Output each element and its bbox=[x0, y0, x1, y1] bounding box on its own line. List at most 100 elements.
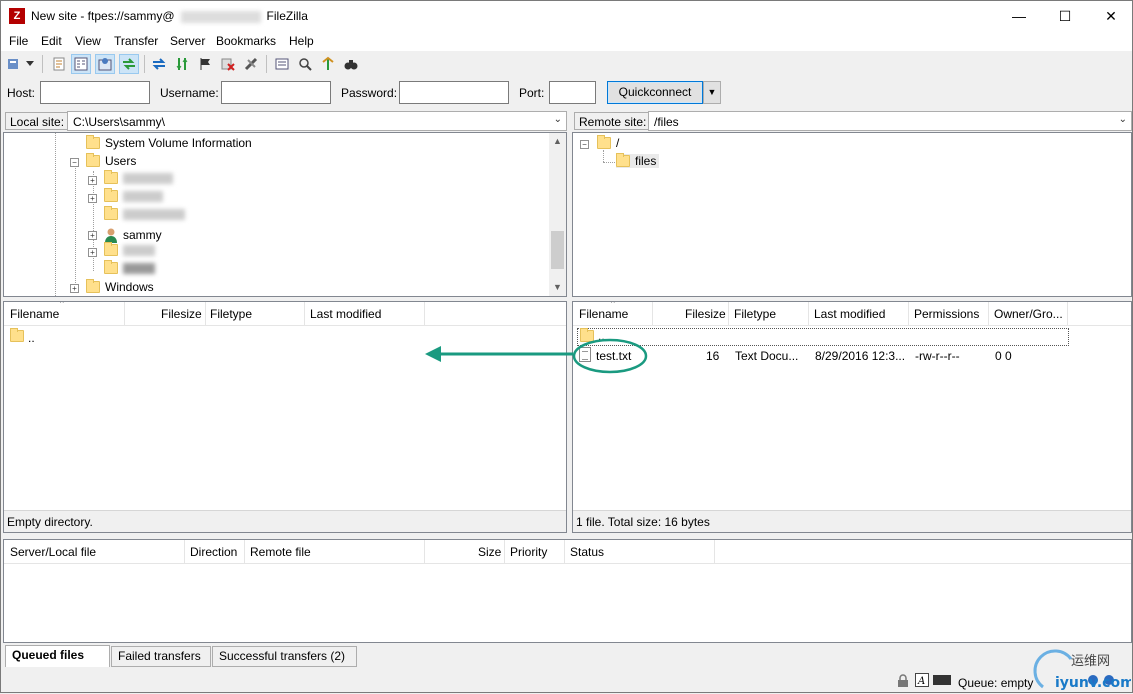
speed-limit-icon[interactable] bbox=[933, 675, 951, 685]
col-filename[interactable]: Filename bbox=[10, 307, 59, 321]
transfer-queue-icon[interactable] bbox=[119, 54, 139, 74]
text-file-icon bbox=[579, 347, 591, 362]
tab-queued-files[interactable]: Queued files bbox=[5, 645, 110, 667]
remote-directory-tree[interactable]: − / files bbox=[572, 132, 1132, 297]
tree-item-system-volume[interactable]: System Volume Information bbox=[86, 135, 252, 150]
site-manager-icon[interactable] bbox=[4, 54, 24, 74]
status-bar: A Queue: empty bbox=[1, 670, 1132, 692]
menu-file[interactable]: File bbox=[9, 34, 28, 48]
chevron-down-icon[interactable]: ⌄ bbox=[1119, 114, 1127, 125]
queue-tabs: Queued files Failed transfers Successful… bbox=[1, 645, 1132, 669]
menu-transfer[interactable]: Transfer bbox=[114, 34, 158, 48]
cancel-operation-icon[interactable] bbox=[218, 54, 238, 74]
refresh-icon[interactable] bbox=[149, 54, 169, 74]
expand-icon[interactable]: + bbox=[70, 284, 79, 293]
remote-path-combobox[interactable]: /files ⌄ bbox=[648, 111, 1132, 131]
host-input[interactable] bbox=[40, 81, 150, 104]
tab-failed-transfers[interactable]: Failed transfers bbox=[111, 646, 211, 667]
scrollbar-thumb[interactable] bbox=[551, 231, 564, 269]
chevron-down-icon[interactable]: ⌄ bbox=[554, 114, 562, 125]
col-filetype[interactable]: Filetype bbox=[210, 307, 252, 321]
row-owner: 0 0 bbox=[995, 349, 1012, 363]
col-filesize[interactable]: Filesize bbox=[685, 307, 726, 321]
table-row[interactable]: test.txt 16 Text Docu... 8/29/2016 12:3.… bbox=[577, 347, 1069, 365]
find-files-icon[interactable] bbox=[341, 54, 361, 74]
local-file-list[interactable]: Filename ^ Filesize Filetype Last modifi… bbox=[3, 301, 567, 533]
directory-listing-icon[interactable] bbox=[272, 54, 292, 74]
col-last-modified[interactable]: Last modified bbox=[814, 307, 885, 321]
col-server-local-file[interactable]: Server/Local file bbox=[10, 545, 96, 559]
table-row[interactable]: .. bbox=[577, 328, 1069, 346]
row-last-modified: 8/29/2016 12:3... bbox=[815, 349, 906, 363]
lock-icon bbox=[898, 674, 908, 687]
binary-mode-icon[interactable]: A bbox=[915, 673, 929, 687]
remote-site-bar: Remote site: /files ⌄ bbox=[572, 110, 1132, 132]
username-label: Username: bbox=[160, 86, 219, 100]
menu-view[interactable]: View bbox=[75, 34, 101, 48]
remote-file-list[interactable]: Filename ^ Filesize Filetype Last modifi… bbox=[572, 301, 1132, 533]
col-priority[interactable]: Priority bbox=[510, 545, 547, 559]
sort-ascending-icon: ^ bbox=[611, 301, 615, 308]
col-owner-group[interactable]: Owner/Gro... bbox=[994, 307, 1063, 321]
col-permissions[interactable]: Permissions bbox=[914, 307, 979, 321]
message-log-icon[interactable] bbox=[49, 54, 69, 74]
col-size[interactable]: Size bbox=[478, 545, 501, 559]
redacted-text bbox=[123, 262, 155, 274]
tree-item-windows[interactable]: Windows bbox=[86, 279, 154, 294]
col-filetype[interactable]: Filetype bbox=[734, 307, 776, 321]
collapse-root-icon[interactable]: − bbox=[580, 140, 589, 149]
search-remote-icon[interactable] bbox=[295, 54, 315, 74]
transfer-queue-list[interactable]: Server/Local file Direction Remote file … bbox=[3, 539, 1132, 643]
redacted-host bbox=[180, 10, 261, 23]
col-filename[interactable]: Filename bbox=[579, 307, 628, 321]
site-manager-dropdown-icon[interactable] bbox=[24, 54, 36, 74]
col-status[interactable]: Status bbox=[570, 545, 604, 559]
tree-item-redacted-2[interactable] bbox=[104, 188, 163, 202]
quickconnect-button[interactable]: Quickconnect bbox=[607, 81, 703, 104]
expand-icon[interactable]: + bbox=[88, 194, 97, 203]
scroll-down-icon[interactable]: ▼ bbox=[549, 279, 566, 296]
local-site-bar: Local site: C:\Users\sammy\ ⌄ bbox=[3, 110, 567, 132]
col-direction[interactable]: Direction bbox=[190, 545, 237, 559]
col-filesize[interactable]: Filesize bbox=[161, 307, 202, 321]
local-tree-icon[interactable] bbox=[71, 54, 91, 74]
local-tree-scrollbar[interactable]: ▲ ▼ bbox=[549, 133, 566, 296]
redacted-text bbox=[123, 190, 163, 202]
local-directory-tree[interactable]: System Volume Information − Users + + + … bbox=[3, 132, 567, 297]
username-input[interactable] bbox=[221, 81, 331, 104]
sync-browsing-icon[interactable] bbox=[318, 54, 338, 74]
scroll-up-icon[interactable]: ▲ bbox=[549, 133, 566, 150]
remote-tree-icon[interactable] bbox=[95, 54, 115, 74]
tree-item-root[interactable]: / bbox=[597, 135, 619, 150]
collapse-users-icon[interactable]: − bbox=[70, 158, 79, 167]
menu-help[interactable]: Help bbox=[289, 34, 314, 48]
tree-item-redacted-1[interactable] bbox=[104, 170, 173, 184]
table-row[interactable]: .. bbox=[10, 328, 310, 347]
minimize-button[interactable]: — bbox=[996, 1, 1042, 31]
col-last-modified[interactable]: Last modified bbox=[310, 307, 381, 321]
toggle-filter-icon[interactable] bbox=[195, 54, 215, 74]
port-label: Port: bbox=[519, 86, 545, 100]
port-input[interactable] bbox=[549, 81, 596, 104]
tree-item-sammy[interactable]: sammy bbox=[104, 227, 162, 243]
disconnect-icon[interactable] bbox=[241, 54, 261, 74]
col-remote-file[interactable]: Remote file bbox=[250, 545, 311, 559]
tree-item-redacted-5[interactable] bbox=[104, 260, 155, 274]
tree-item-redacted-4[interactable] bbox=[104, 242, 155, 256]
close-button[interactable]: ✕ bbox=[1088, 1, 1133, 31]
maximize-button[interactable]: ☐ bbox=[1042, 1, 1088, 31]
local-path-combobox[interactable]: C:\Users\sammy\ ⌄ bbox=[67, 111, 567, 131]
menu-bookmarks[interactable]: Bookmarks bbox=[216, 34, 276, 48]
expand-icon[interactable]: + bbox=[88, 231, 97, 240]
tree-item-files[interactable]: files bbox=[616, 153, 660, 168]
tree-item-redacted-3[interactable] bbox=[104, 206, 185, 220]
expand-icon[interactable]: + bbox=[88, 248, 97, 257]
menu-edit[interactable]: Edit bbox=[41, 34, 62, 48]
tab-successful-transfers[interactable]: Successful transfers (2) bbox=[212, 646, 357, 667]
quickconnect-dropdown-icon[interactable]: ▼ bbox=[703, 81, 721, 104]
menu-server[interactable]: Server bbox=[170, 34, 205, 48]
password-input[interactable] bbox=[399, 81, 509, 104]
tree-item-users[interactable]: Users bbox=[86, 153, 136, 168]
process-queue-icon[interactable] bbox=[172, 54, 192, 74]
expand-icon[interactable]: + bbox=[88, 176, 97, 185]
